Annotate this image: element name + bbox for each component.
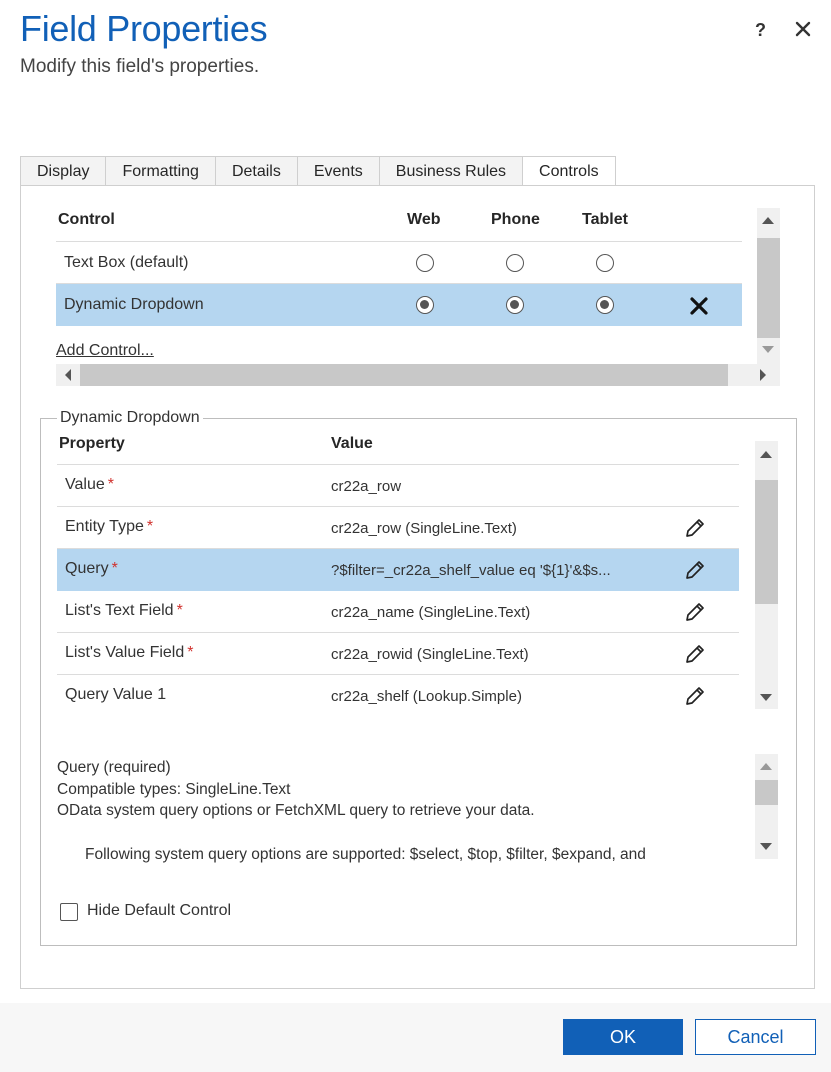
table-row[interactable]: Text Box (default) (56, 242, 742, 284)
hide-default-label: Hide Default Control (87, 902, 232, 919)
property-description: Query (required) Compatible types: Singl… (57, 757, 747, 867)
tab-events[interactable]: Events (296, 156, 380, 186)
table-row[interactable]: List's Value Field * cr22a_rowid (SingleL… (57, 633, 739, 675)
column-header-phone: Phone (491, 211, 540, 228)
property-name: List's Text Field * (65, 602, 183, 619)
scrollbar-thumb[interactable] (757, 238, 780, 338)
pencil-icon[interactable] (683, 600, 707, 624)
table-row[interactable]: Entity Type * cr22a_row (SingleLine.Text) (57, 507, 739, 549)
web-radio[interactable] (416, 296, 434, 314)
tab-business-rules[interactable]: Business Rules (378, 156, 524, 186)
tab-controls[interactable]: Controls (522, 156, 616, 186)
control-name: Text Box (default) (64, 254, 189, 271)
required-marker: * (176, 602, 183, 619)
table-row[interactable]: Dynamic Dropdown (56, 284, 742, 326)
pencil-icon[interactable] (683, 684, 707, 708)
scrollbar-thumb[interactable] (755, 780, 778, 805)
description-vertical-scrollbar[interactable] (755, 754, 778, 859)
scroll-left-arrow-icon[interactable] (65, 369, 71, 381)
required-marker: * (187, 644, 194, 661)
tab-details[interactable]: Details (214, 156, 298, 186)
column-header-tablet: Tablet (582, 211, 628, 228)
property-value: cr22a_row (SingleLine.Text) (331, 520, 517, 537)
help-button[interactable]: ? (755, 20, 766, 41)
tab-formatting[interactable]: Formatting (105, 156, 216, 186)
web-radio[interactable] (416, 254, 434, 272)
column-header-property: Property (59, 435, 125, 452)
scroll-down-arrow-icon[interactable] (762, 346, 774, 353)
table-row[interactable]: Query Value 1 cr22a_shelf (Lookup.Simple… (57, 675, 739, 717)
table-row[interactable]: List's Text Field * cr22a_name (SingleLin… (57, 591, 739, 633)
pencil-icon[interactable] (683, 516, 707, 540)
properties-table-header: Property Value (57, 431, 739, 465)
description-text: OData system query options or FetchXML q… (57, 802, 535, 819)
control-name: Dynamic Dropdown (64, 296, 204, 313)
dialog-footer: OK Cancel (0, 1003, 831, 1072)
controls-vertical-scrollbar[interactable] (757, 208, 780, 364)
property-name: Query * (65, 560, 118, 577)
scrollbar-thumb[interactable] (80, 364, 728, 386)
dynamic-dropdown-properties: Dynamic Dropdown Property Value Value * c… (40, 409, 797, 946)
scrollbar-thumb[interactable] (755, 480, 778, 604)
property-name: Entity Type * (65, 518, 154, 535)
description-detail: Following system query options are suppo… (85, 845, 646, 863)
pencil-icon[interactable] (683, 642, 707, 666)
required-marker: * (111, 560, 118, 577)
property-value: cr22a_rowid (SingleLine.Text) (331, 646, 529, 663)
remove-control-button[interactable] (688, 290, 710, 322)
scroll-down-arrow-icon[interactable] (760, 843, 772, 850)
phone-radio[interactable] (506, 254, 524, 272)
required-marker: * (107, 476, 114, 493)
controls-table: Control Web Phone Tablet Text Box (defau… (56, 206, 742, 386)
scroll-down-arrow-icon[interactable] (760, 694, 772, 701)
required-marker: * (146, 518, 154, 535)
fieldset-legend: Dynamic Dropdown (57, 409, 203, 427)
property-name: Value * (65, 476, 114, 493)
scroll-up-arrow-icon[interactable] (762, 217, 774, 224)
cancel-button[interactable]: Cancel (695, 1019, 816, 1055)
scroll-right-arrow-icon[interactable] (760, 369, 766, 381)
column-header-web: Web (407, 211, 441, 228)
description-types: Compatible types: SingleLine.Text (57, 780, 291, 798)
tablet-radio[interactable] (596, 296, 614, 314)
description-title: Query (required) (57, 759, 171, 776)
close-button[interactable] (792, 18, 814, 40)
column-header-control: Control (58, 211, 115, 228)
property-name: Query Value 1 (65, 686, 167, 703)
page-subtitle: Modify this field's properties. (20, 56, 260, 77)
controls-table-header: Control Web Phone Tablet (56, 206, 742, 242)
controls-panel: Control Web Phone Tablet Text Box (defau… (20, 185, 815, 989)
controls-horizontal-scrollbar[interactable] (56, 364, 780, 386)
ok-button[interactable]: OK (563, 1019, 683, 1055)
close-icon (690, 297, 708, 315)
property-value: ?$filter=_cr22a_shelf_value eq '${1}'&$s… (331, 562, 611, 579)
property-value: cr22a_name (SingleLine.Text) (331, 604, 531, 621)
add-control-link[interactable]: Add Control... (56, 342, 154, 360)
property-value: cr22a_row (331, 478, 402, 495)
scroll-up-arrow-icon[interactable] (760, 763, 772, 770)
page-title: Field Properties (20, 8, 268, 49)
phone-radio[interactable] (506, 296, 524, 314)
tab-display[interactable]: Display (20, 156, 107, 186)
table-row[interactable]: Value * cr22a_row (57, 465, 739, 507)
hide-default-checkbox[interactable] (60, 903, 78, 921)
properties-vertical-scrollbar[interactable] (755, 441, 778, 709)
pencil-icon[interactable] (683, 558, 707, 582)
close-icon (795, 21, 811, 37)
property-value: cr22a_shelf (Lookup.Simple) (331, 688, 522, 705)
tab-bar: Display Formatting Details Events Busine… (20, 156, 616, 186)
tablet-radio[interactable] (596, 254, 614, 272)
scroll-up-arrow-icon[interactable] (760, 451, 772, 458)
column-header-value: Value (331, 435, 373, 452)
property-name: List's Value Field * (65, 644, 194, 661)
table-row[interactable]: Query * ?$filter=_cr22a_shelf_value eq '$… (57, 549, 739, 591)
